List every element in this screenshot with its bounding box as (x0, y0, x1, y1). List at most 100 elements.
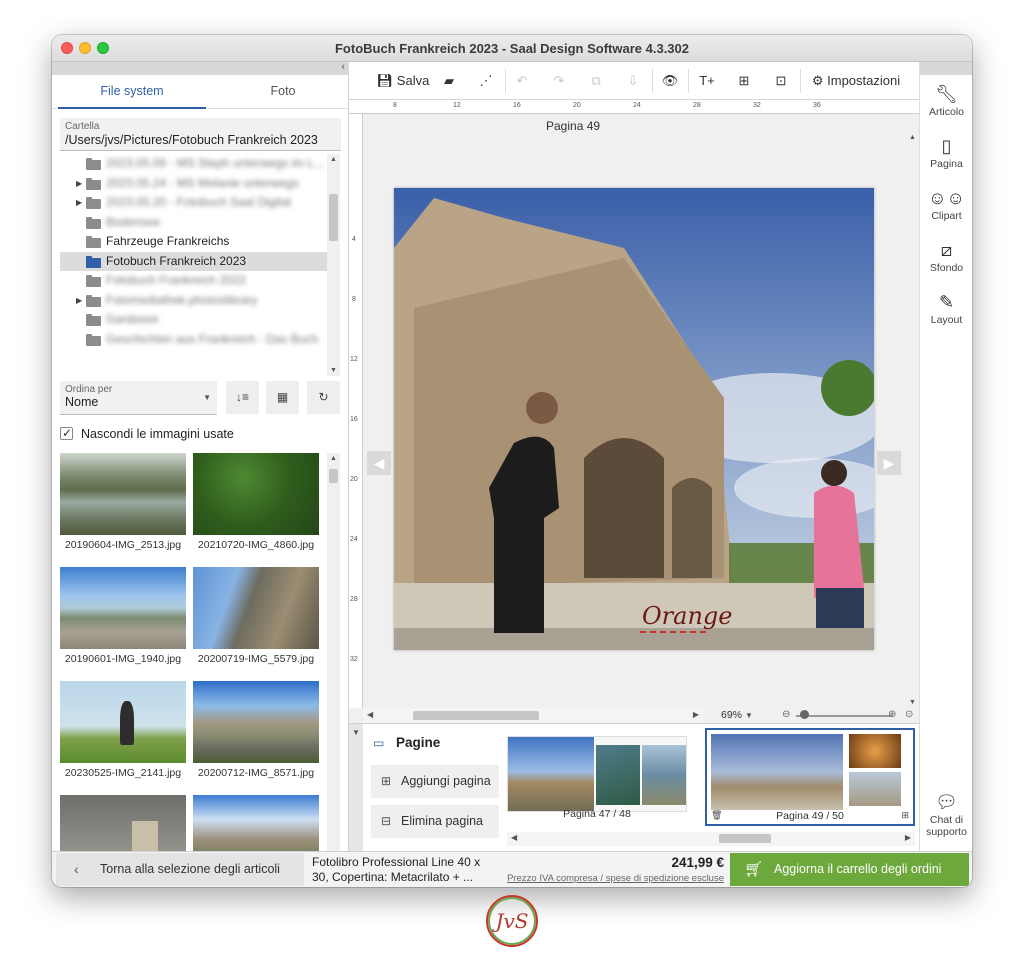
page-label: Pagina 49 (546, 119, 601, 133)
tree-item[interactable]: ▶ 2023.05.24 - MS Melanie unterwegs (60, 174, 330, 194)
update-cart-button[interactable]: 🛒︎ Aggiorna il carrello degli ordini (730, 853, 969, 886)
delete-page-button[interactable]: ⊟ Elimina pagina (371, 805, 499, 838)
expand-arrow-icon[interactable]: ▶ (76, 174, 82, 194)
zoom-select[interactable]: 69% ▼ (721, 709, 753, 721)
tree-item[interactable]: Bodensee (60, 213, 330, 233)
thumbnail-scrollbar[interactable]: ▲ ▼ (327, 453, 340, 871)
tree-item[interactable]: 2023.05.09 - MS Steph unterwegs im L... (60, 154, 330, 174)
tree-item[interactable]: ▶ 2023.05.20 - Fotobuch Saal Digital (60, 193, 330, 213)
tree-scrollbar[interactable]: ▲ ▼ (327, 154, 340, 376)
ruler-tick-label: 32 (753, 102, 761, 109)
next-page-arrow[interactable]: ▶ (877, 451, 901, 475)
tree-item[interactable]: Fotobuch Frankreich 2022 (60, 271, 330, 291)
zoom-slider-knob[interactable] (800, 710, 809, 719)
expand-arrow-icon[interactable]: ▶ (76, 291, 82, 311)
tab-file-system[interactable]: File system (58, 75, 206, 109)
left-panel-collapse-bar[interactable]: ‹ (52, 61, 349, 75)
layout-button[interactable]: ✎ Layout (920, 290, 972, 326)
spread-47-48[interactable]: Pagina 47 / 48 (507, 728, 693, 828)
add-photo-frame-button[interactable]: ⊞ (734, 71, 754, 91)
zoom-out-icon[interactable]: ⊖ (782, 709, 790, 720)
add-text-button[interactable]: T+ (697, 71, 717, 91)
ruler-tick-label: 32 (350, 656, 358, 663)
canvas-horizontal-thumb[interactable] (413, 711, 539, 720)
zoom-fit-icon[interactable]: ⊙ (905, 709, 913, 720)
page-photo-arch[interactable]: Orange (394, 188, 874, 650)
add-page-label: Aggiungi pagina (401, 774, 491, 788)
sort-direction-button[interactable]: ↓≡ (226, 381, 259, 414)
pages-panel-handle[interactable]: ▼ (349, 724, 363, 852)
arrow-left-icon: ◀ (373, 455, 385, 471)
folder-icon (86, 255, 101, 268)
canvas-area[interactable]: 8 12 16 20 24 28 32 36 4 8 12 16 20 24 2… (349, 100, 919, 723)
right-panel-collapse-bar[interactable] (920, 62, 972, 75)
expand-arrow-icon[interactable]: ▶ (76, 193, 82, 213)
spread-49-50-selected[interactable]: Pagina 49 / 50 🗑︎ ⊞ (705, 728, 915, 826)
scroll-left-icon[interactable]: ◀ (367, 710, 373, 719)
price-note-link[interactable]: Prezzo IVA compresa / spese di spedizion… (492, 873, 724, 884)
settings-button[interactable]: ⚙ Impostazioni (809, 71, 903, 91)
hide-used-checkbox[interactable] (60, 425, 73, 441)
scroll-right-icon[interactable]: ▶ (693, 710, 699, 719)
thumbnail[interactable]: 20190604-IMG_2513.jpg (60, 453, 186, 551)
open-button[interactable]: ▰ (439, 71, 459, 91)
add-page-button[interactable]: ⊞ Aggiungi pagina (371, 765, 499, 798)
refresh-button[interactable]: ↻ (307, 381, 340, 414)
trash-icon[interactable]: 🗑︎ (711, 810, 722, 821)
thumbnail[interactable]: 20210720-IMG_4860.jpg (193, 453, 319, 551)
pagina-button[interactable]: ▯ Pagina (920, 134, 972, 170)
tree-item[interactable]: Geschichten aus Frankreich - Das Buch (60, 330, 330, 350)
spread-photo-theatre (849, 772, 901, 806)
paste-button[interactable]: ⇩ (623, 71, 643, 91)
scroll-left-icon[interactable]: ◀ (511, 833, 517, 842)
folder-field[interactable]: Cartella /Users/jvs/Pictures/Fotobuch Fr… (60, 118, 341, 151)
copy-icon: ⧉ (591, 73, 601, 88)
thumbnail[interactable]: 20200712-IMG_8571.jpg (193, 681, 319, 779)
save-button[interactable]: 💾︎ Salva (373, 71, 433, 91)
scroll-up-icon[interactable]: ▲ (906, 134, 919, 141)
back-to-articles-button[interactable]: ‹ Torna alla selezione degli articoli (56, 853, 304, 886)
zoom-slider[interactable] (796, 715, 892, 717)
canvas-vertical-scrollbar[interactable]: ▲ ▼ (906, 114, 919, 708)
photo-caption-text[interactable]: Orange (642, 602, 732, 630)
scroll-up-icon[interactable]: ▲ (327, 156, 340, 163)
add-grid-frame-button[interactable]: ⊡ (771, 71, 791, 91)
hide-used-row[interactable]: Nascondi le immagini usate (60, 425, 234, 442)
thumbnail[interactable]: 20230525-IMG_2141.jpg (60, 681, 186, 779)
tab-foto[interactable]: Foto (209, 75, 357, 109)
pages-scrollbar[interactable]: ◀ ▶ (507, 832, 915, 846)
pages-scroll-thumb[interactable] (719, 834, 771, 843)
thumbnail[interactable]: 20190601-IMG_1940.jpg (60, 567, 186, 665)
chevron-left-icon[interactable]: ‹ (341, 61, 345, 73)
scroll-up-icon[interactable]: ▲ (327, 455, 340, 462)
preview-button[interactable]: 👁︎ (660, 71, 680, 91)
sfondo-button[interactable]: ⧄ Sfondo (920, 238, 972, 274)
thumbnail-caption: 20200712-IMG_8571.jpg (197, 767, 315, 779)
cart-icon: 🛒︎ (744, 861, 764, 878)
chat-support-button[interactable]: 💬︎ Chat di supporto (920, 790, 972, 838)
scroll-right-icon[interactable]: ▶ (905, 833, 911, 842)
clipart-button[interactable]: ☺☺ Clipart (920, 186, 972, 222)
thumbnail[interactable]: 20200719-IMG_5579.jpg (193, 567, 319, 665)
folder-tree: 2023.05.09 - MS Steph unterwegs im L... … (60, 154, 330, 376)
copy-button[interactable]: ⧉ (586, 71, 606, 91)
toolbar-divider (800, 69, 801, 93)
tree-scroll-thumb[interactable] (329, 194, 338, 241)
add-spread-icon[interactable]: ⊞ (901, 810, 909, 821)
thumbnail-scroll-thumb[interactable] (329, 469, 338, 483)
tree-item[interactable]: Fahrzeuge Frankreichs (60, 232, 330, 252)
sort-select[interactable]: Ordina per Nome ▼ (60, 381, 217, 415)
scroll-down-icon[interactable]: ▼ (327, 367, 340, 374)
grid-view-button[interactable]: ▦ (266, 381, 299, 414)
tree-item[interactable]: Gardasee (60, 310, 330, 330)
prev-page-arrow[interactable]: ◀ (367, 451, 391, 475)
canvas-horizontal-scrollbar[interactable]: ◀ ▶ (363, 708, 703, 723)
scroll-down-icon[interactable]: ▼ (906, 699, 919, 706)
tree-item[interactable]: ▶ Fotomediathek.photoslibrary (60, 291, 330, 311)
share-button[interactable]: ⋰ (476, 71, 496, 91)
undo-button[interactable]: ↶ (512, 71, 532, 91)
zoom-in-icon[interactable]: ⊕ (888, 709, 896, 720)
tree-item-selected[interactable]: Fotobuch Frankreich 2023 (60, 251, 330, 271)
articolo-button[interactable]: 🔧︎ Articolo (920, 82, 972, 118)
redo-button[interactable]: ↷ (549, 71, 569, 91)
